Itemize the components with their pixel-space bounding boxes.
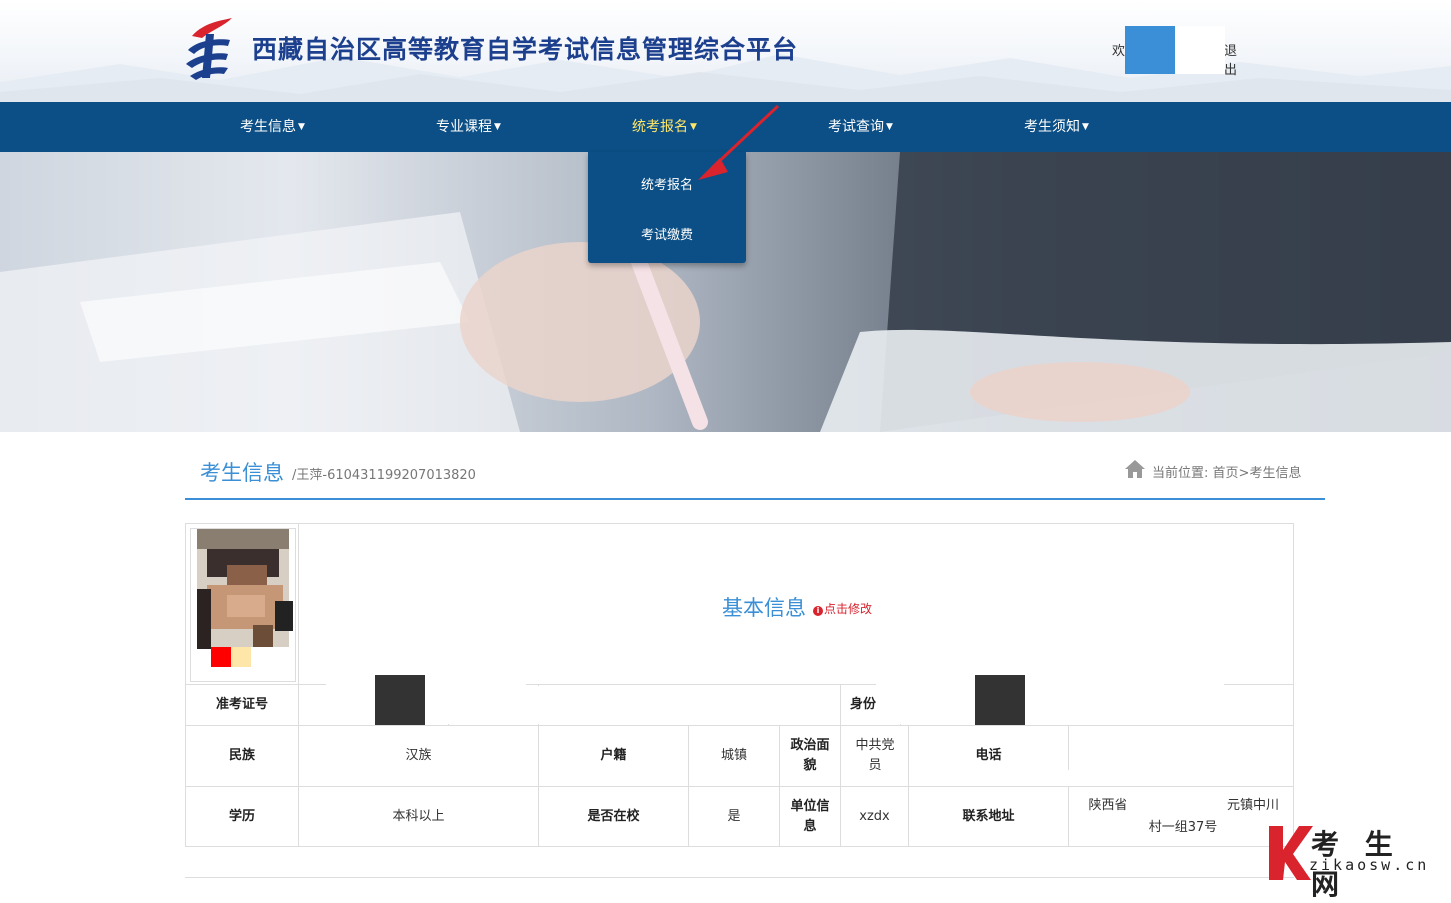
label-in-school: 是否在校 [587, 809, 640, 824]
caret-down-icon: ▼ [298, 122, 305, 132]
value-education: 本科以上 [392, 809, 445, 824]
info-circle-icon: i [813, 606, 823, 616]
value-political-status: 中共党员 [855, 738, 895, 773]
value-address-part: 村一组37号 [1148, 820, 1218, 835]
logout-link[interactable]: 退出 [1224, 40, 1237, 78]
home-icon [1125, 460, 1145, 478]
table-col-divider [1068, 725, 1069, 847]
edit-link[interactable]: i 点击修改 [813, 600, 872, 617]
label-ethnicity: 民族 [228, 748, 255, 763]
page-title: 考生信息 [200, 461, 284, 485]
table-col-divider [779, 725, 780, 847]
label-address: 联系地址 [962, 809, 1015, 824]
nav-label: 考试查询 [828, 119, 884, 135]
redaction-block [1126, 787, 1224, 817]
value-ethnicity: 汉族 [405, 748, 432, 763]
nav-label: 专业课程 [436, 119, 492, 135]
page-subtitle: /王萍-610431199207013820 [292, 468, 476, 483]
main-nav: 考生信息 ▼ 专业课程 ▼ 统考报名 ▼ 考试查询 ▼ 考生须知 ▼ [0, 102, 1451, 152]
value-address-part: 元镇中川 [1226, 798, 1279, 813]
breadcrumb-prefix: 当前位置: [1152, 466, 1213, 481]
redaction-block [326, 672, 526, 724]
site-logo [186, 18, 232, 80]
title-divider [185, 498, 1325, 500]
label-household: 户籍 [600, 748, 627, 763]
redaction-block [512, 686, 826, 724]
value-household: 城镇 [720, 748, 747, 763]
caret-down-icon: ▼ [1082, 122, 1089, 132]
nav-label: 统考报名 [632, 119, 688, 135]
breadcrumb-current: 考生信息 [1249, 466, 1302, 481]
candidate-photo [190, 528, 296, 682]
caret-down-icon: ▼ [886, 122, 893, 132]
value-employer: xzdx [859, 809, 890, 824]
watermark-url: zikaosw.cn [1309, 856, 1430, 874]
welcome-text: 欢 [1112, 44, 1126, 59]
dropdown-item-exam-payment[interactable]: 考试缴费 [588, 224, 746, 243]
pixelated-photo [197, 529, 293, 667]
label-political-status: 政治面貌 [790, 738, 830, 773]
nav-item-exam-registration[interactable]: 统考报名 ▼ [632, 102, 697, 152]
nav-item-exam-query[interactable]: 考试查询 ▼ [828, 102, 893, 152]
label-education: 学历 [228, 809, 255, 824]
value-in-school: 是 [727, 809, 741, 824]
redaction-block [975, 675, 1025, 725]
redaction-block [1068, 770, 1128, 786]
site-title: 西藏自治区高等教育自学考试信息管理综合平台 [252, 35, 799, 64]
next-table-top [185, 877, 1294, 878]
nav-item-candidate-notice[interactable]: 考生须知 ▼ [1024, 102, 1089, 152]
breadcrumb: 当前位置: 首页>考生信息 [1152, 462, 1301, 481]
nav-label: 考生须知 [1024, 119, 1080, 135]
nav-item-major-courses[interactable]: 专业课程 ▼ [436, 102, 501, 152]
caret-down-icon: ▼ [494, 122, 501, 132]
nav-item-candidate-info[interactable]: 考生信息 ▼ [240, 102, 305, 152]
basic-info-title: 基本信息 [722, 596, 806, 620]
redaction-block [1175, 26, 1225, 74]
breadcrumb-home-link[interactable]: 首页 [1213, 466, 1239, 481]
nav-label: 考生信息 [240, 119, 296, 135]
edit-label: 点击修改 [824, 602, 873, 616]
redaction-block [375, 675, 425, 725]
label-employer: 单位信息 [790, 799, 830, 834]
label-phone: 电话 [975, 748, 1002, 763]
breadcrumb-separator: > [1238, 466, 1250, 481]
redaction-block [1125, 26, 1175, 74]
label-admission-number: 准考证号 [215, 697, 268, 712]
site-header: 西藏自治区高等教育自学考试信息管理综合平台 欢 退出 [0, 0, 1451, 102]
caret-down-icon: ▼ [690, 122, 697, 132]
exam-registration-dropdown: 统考报名 考试缴费 [588, 152, 746, 263]
redaction-block [876, 672, 1224, 724]
dropdown-item-exam-registration[interactable]: 统考报名 [588, 174, 746, 193]
